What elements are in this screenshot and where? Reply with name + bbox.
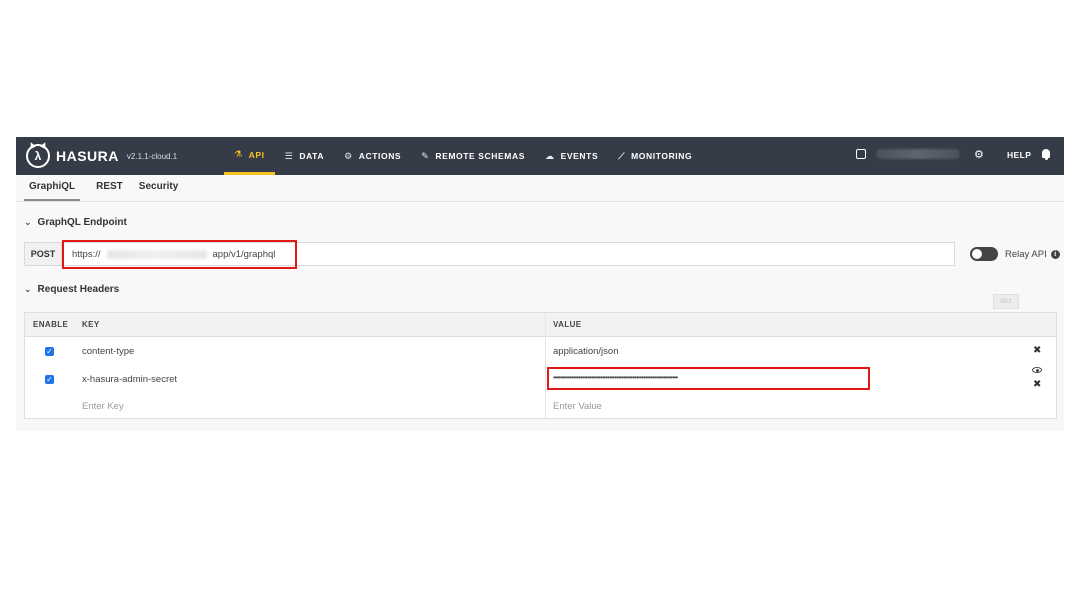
brand-name: HASURA [56,148,119,164]
headers-section-toggle[interactable]: ⌄ Request Headers [24,284,119,295]
version-label: v2.1.1-cloud.1 [126,151,178,161]
api-subtabs: GraphiQL REST Security [16,175,1064,202]
header-key[interactable]: content-type [82,346,134,357]
info-icon[interactable]: i [1050,250,1060,259]
nav-monitoring[interactable]: ⟋ MONITORING [608,137,702,175]
hasura-logo-icon: λ [26,144,50,168]
http-method-badge: POST [25,243,62,265]
chart-line-icon: ⟋ [618,150,626,161]
column-enable: ENABLE [33,320,69,329]
table-header: ENABLE KEY VALUE [25,313,1056,337]
enable-checkbox[interactable]: ✓ [45,347,54,356]
nav-data-label: DATA [299,151,325,161]
table-row: ✓ content-type application/json ✖ [25,338,1056,365]
table-row-new: Enter Key Enter Value [25,393,1056,420]
nav-remote-schemas-label: REMOTE SCHEMAS [435,151,525,161]
nav-monitoring-label: MONITORING [631,151,693,161]
brand-logo[interactable]: λ HASURA v2.1.1-cloud.1 [26,143,177,169]
chevron-down-icon: ⌄ [24,217,32,227]
chevron-down-icon: ⌄ [24,284,32,294]
nav-remote-schemas[interactable]: ✎ REMOTE SCHEMAS [411,137,535,175]
new-value-input[interactable]: Enter Value [553,401,602,412]
main-nav: ⚗ API ☰ DATA ⚙ ACTIONS ✎ REMOTE SCHEMAS … [224,137,702,175]
nav-api[interactable]: ⚗ API [224,137,275,175]
request-headers-table: ENABLE KEY VALUE ✓ content-type applicat… [24,312,1057,419]
top-navbar: λ HASURA v2.1.1-cloud.1 ⚗ API ☰ DATA ⚙ A… [16,137,1064,175]
hasura-console: λ HASURA v2.1.1-cloud.1 ⚗ API ☰ DATA ⚙ A… [16,137,1064,431]
cloud-icon: ☁ [545,150,555,161]
plug-icon: ✎ [421,150,430,161]
cogs-icon: ⚙ [344,150,353,161]
tab-rest[interactable]: REST [96,175,123,201]
enable-checkbox[interactable]: ✓ [45,375,54,384]
nav-api-label: API [248,149,265,160]
help-button[interactable]: HELP [1007,150,1031,160]
settings-gear-icon[interactable]: ⚙ [974,148,984,161]
admin-secret-highlight [547,367,870,390]
headers-section-title: Request Headers [37,284,120,295]
relay-api-label: Relay API [1005,249,1047,260]
relay-api-label-group: Relay API i [1005,249,1060,260]
relay-api-toggle[interactable] [970,247,998,261]
bulk-edit-button[interactable]: Bkz [993,294,1019,309]
column-key: KEY [82,320,100,329]
notifications-bell-icon[interactable] [1042,149,1050,160]
new-key-input[interactable]: Enter Key [82,401,124,412]
tab-graphiql[interactable]: GraphiQL [24,175,81,201]
endpoint-section-title: GraphQL Endpoint [37,217,127,228]
nav-actions-label: ACTIONS [358,151,402,161]
endpoint-section-toggle[interactable]: ⌄ GraphQL Endpoint [24,217,127,228]
nav-events-label: EVENTS [560,151,599,161]
remove-header-icon[interactable]: ✖ [1033,345,1041,356]
project-selector[interactable] [856,149,960,159]
header-key[interactable]: x-hasura-admin-secret [82,374,177,385]
redacted-project-name [876,149,960,159]
endpoint-url-highlight [62,240,297,269]
table-row: ✓ x-hasura-admin-secret ••••••••••••••••… [25,366,1056,393]
remove-header-icon[interactable]: ✖ [1033,379,1041,390]
nav-data[interactable]: ☰ DATA [275,137,334,175]
server-icon [856,149,866,159]
database-icon: ☰ [284,150,294,161]
flask-icon: ⚗ [234,149,243,159]
eye-icon[interactable] [1032,367,1042,373]
header-value[interactable]: application/json [553,346,619,357]
nav-events[interactable]: ☁ EVENTS [535,137,608,175]
tab-security[interactable]: Security [139,175,178,201]
column-value: VALUE [553,320,582,329]
nav-actions[interactable]: ⚙ ACTIONS [334,137,411,175]
